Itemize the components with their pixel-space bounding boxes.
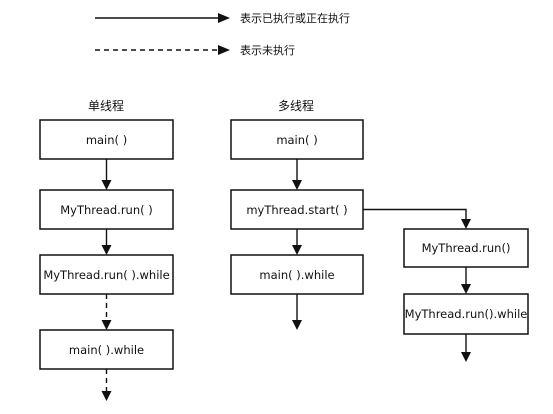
legend: 表示已执行或正在执行 表示未执行 [95,11,350,57]
single-arrow-2-head [101,245,112,255]
single-box-main-while: main( ).while [69,343,144,357]
thread-diagram: 表示已执行或正在执行 表示未执行 单线程 main( ) MyThread.ru… [39,11,529,401]
legend-dashed-label: 表示未执行 [240,43,295,57]
multi-branch-head [461,219,471,229]
multi-arrow-1-head [292,180,302,190]
legend-solid-label: 表示已执行或正在执行 [240,11,350,25]
multi-branch-line [363,208,467,219]
multi-arrow-2-head [292,245,302,255]
legend-solid-arrowhead [218,13,230,23]
multi-box-main-while: main( ).while [259,268,334,282]
multi-thread-title: 多线程 [278,98,314,113]
single-thread-title: 单线程 [88,98,124,113]
single-arrow-1-head [101,180,112,190]
branch-box-run-while: MyThread.run().while [405,307,528,321]
branch-box-run: MyThread.run() [422,241,511,255]
branch-arrow-1-head [461,284,471,294]
single-box-run: MyThread.run( ) [60,203,153,217]
single-box-main: main( ) [86,133,127,147]
multi-box-main: main( ) [276,133,317,147]
multi-arrow-3-head [292,320,302,330]
single-arrow-3-head [101,320,112,330]
single-arrow-4-head [101,391,112,401]
branch-arrow-2-head [461,352,471,362]
legend-dashed-arrowhead [218,45,230,55]
multi-thread-column: 多线程 main( ) myThread.start( ) main( ).wh… [230,98,529,362]
multi-box-start: myThread.start( ) [246,203,347,217]
single-box-run-while: MyThread.run( ).while [43,268,169,282]
single-thread-column: 单线程 main( ) MyThread.run( ) MyThread.run… [39,98,174,401]
